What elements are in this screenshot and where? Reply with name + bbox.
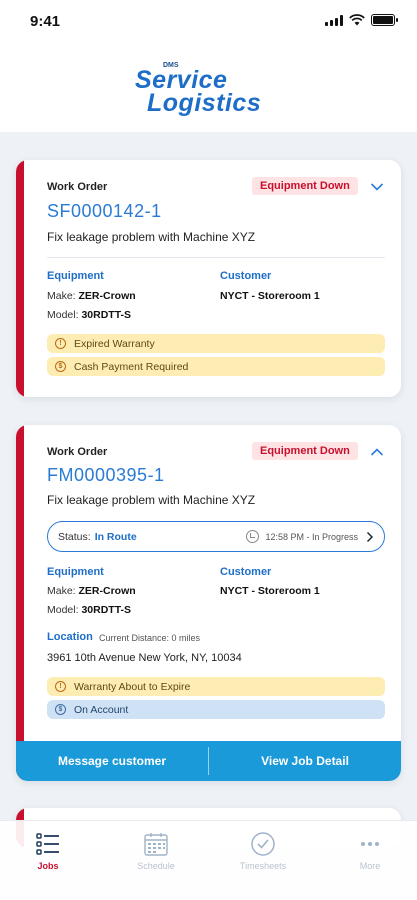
divider [47,257,385,258]
tab-label: Timesheets [239,861,287,871]
work-order-description: Fix leakage problem with Machine XYZ [47,493,256,507]
app-header: DMS Service Logistics [0,44,417,132]
warning-icon: ! [55,681,66,692]
work-order-card-expanded[interactable]: Work Order Equipment Down FM0000395-1 Fi… [16,425,401,781]
location-label: Location [47,631,93,643]
status-value: In Route [94,530,137,543]
chevron-up-icon[interactable] [370,447,384,457]
more-dots-icon [361,842,379,846]
jobs-list-icon [36,833,59,855]
equipment-make: Make: ZER-Crown [47,585,136,597]
equipment-model: Model: 30RDTT-S [47,604,132,616]
wifi-icon [349,14,365,26]
work-order-description: Fix leakage problem with Machine XYZ [47,230,256,244]
equipment-model: Model: 30RDTT-S [47,309,132,321]
alert-warranty-expiring: ! Warranty About to Expire [47,677,385,696]
status-icons [325,14,398,26]
signal-icon [325,14,343,26]
status-time: 12:58 PM - In Progress [265,531,358,542]
work-order-label: Work Order [47,446,108,458]
battery-icon [371,14,398,26]
tab-more[interactable]: More [330,831,410,871]
status-time: 9:41 [30,13,61,30]
view-job-detail-button[interactable]: View Job Detail [209,741,401,781]
priority-accent-bar [16,425,24,781]
dollar-icon: $ [55,361,66,372]
bottom-tab-bar: Jobs Schedule Timesheets More [0,820,417,900]
alert-expired-warranty: ! Expired Warranty [47,334,385,353]
calendar-icon [144,833,168,856]
card-actions: Message customer View Job Detail [16,741,401,781]
equipment-label: Equipment [47,270,104,282]
clock-icon [251,832,275,856]
dollar-icon: $ [55,704,66,715]
status-key: Status: [58,530,91,543]
tab-label: Schedule [137,861,175,871]
message-customer-button[interactable]: Message customer [16,741,208,781]
customer-label: Customer [220,270,272,282]
work-order-number[interactable]: SF0000142-1 [47,201,162,222]
work-order-number[interactable]: FM0000395-1 [47,465,165,486]
tab-label: More [359,861,381,871]
service-logistics-logo: DMS Service Logistics [135,62,262,117]
customer-name: NYCT - Storeroom 1 [220,585,320,597]
equipment-label: Equipment [47,566,104,578]
warning-icon: ! [55,338,66,349]
work-order-label: Work Order [47,181,108,193]
job-status-button[interactable]: Status: In Route 12:58 PM - In Progress [47,521,385,552]
alert-on-account: $ On Account [47,700,385,719]
work-order-card[interactable]: Work Order Equipment Down SF0000142-1 Fi… [16,160,401,397]
alert-cash-payment: $ Cash Payment Required [47,357,385,376]
equipment-down-badge: Equipment Down [252,442,358,460]
clock-icon [246,530,260,543]
tab-label: Jobs [37,861,59,871]
status-bar: 9:41 [0,0,417,44]
customer-name: NYCT - Storeroom 1 [220,290,320,302]
current-distance: Current Distance: 0 miles [99,633,201,643]
priority-accent-bar [16,160,24,397]
tab-schedule[interactable]: Schedule [116,831,196,871]
job-address[interactable]: 3961 10th Avenue New York, NY, 10034 [47,652,242,664]
equipment-down-badge: Equipment Down [252,177,358,195]
chevron-right-icon [366,531,374,542]
equipment-make: Make: ZER-Crown [47,290,136,302]
tab-jobs[interactable]: Jobs [8,831,88,871]
tab-timesheets[interactable]: Timesheets [223,831,303,871]
chevron-down-icon[interactable] [370,182,384,192]
customer-label: Customer [220,566,272,578]
